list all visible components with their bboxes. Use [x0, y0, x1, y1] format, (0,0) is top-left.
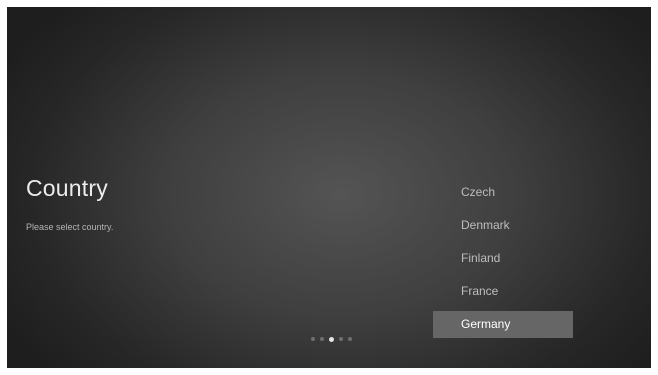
- country-item-france[interactable]: France: [433, 275, 573, 308]
- setup-screen: Country Please select country. Czech Den…: [7, 7, 651, 368]
- step-pager: [311, 336, 357, 342]
- step-dot-3: [329, 336, 334, 342]
- country-list[interactable]: Czech Denmark Finland France Germany: [433, 176, 573, 338]
- step-dot-5: [348, 337, 352, 341]
- country-item-finland[interactable]: Finland: [433, 242, 573, 275]
- page-title: Country: [26, 175, 108, 201]
- country-item-denmark[interactable]: Denmark: [433, 209, 573, 242]
- page-subtitle: Please select country.: [26, 222, 114, 232]
- step-dot-1: [311, 337, 315, 341]
- step-dot-4: [339, 337, 343, 341]
- step-dot-2: [320, 337, 324, 341]
- country-item-germany[interactable]: Germany: [433, 311, 573, 338]
- country-item-czech[interactable]: Czech: [433, 176, 573, 209]
